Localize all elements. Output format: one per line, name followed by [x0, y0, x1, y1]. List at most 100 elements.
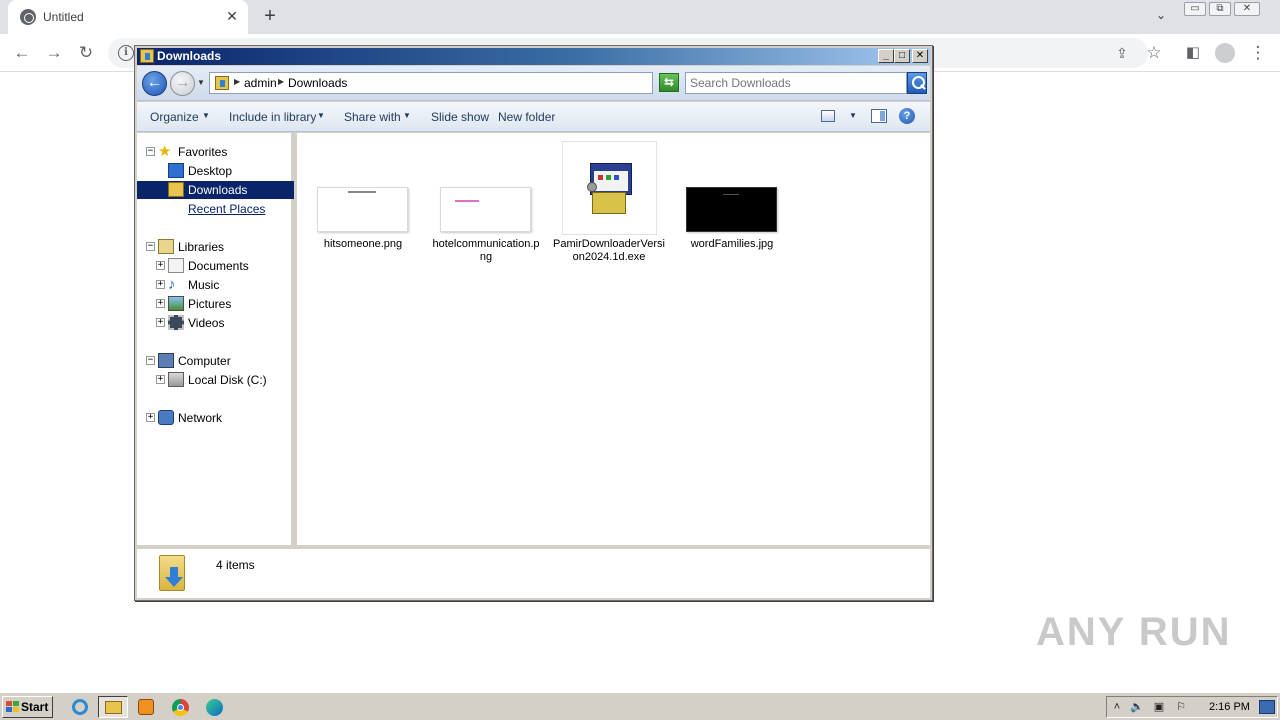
menu-kebab-icon[interactable]: ⋮ [1246, 41, 1270, 65]
browser-restore-button[interactable]: ⧉ [1209, 2, 1231, 16]
network-icon [158, 410, 174, 425]
address-row: ← → ▼ ▶ admin ▶ Downloads ▼ ⇆ [137, 66, 930, 101]
tab-search-chevron-icon[interactable]: ⌄ [1152, 8, 1170, 26]
internet-explorer-icon[interactable] [66, 696, 96, 718]
view-options-dropdown-icon[interactable]: ▼ [849, 111, 857, 120]
window-title: Downloads [157, 49, 222, 63]
breadcrumb-admin[interactable]: admin [244, 76, 277, 90]
explorer-back-button[interactable]: ← [142, 71, 167, 96]
browser-tab[interactable]: Untitled ✕ [8, 0, 248, 34]
edge-icon[interactable] [200, 696, 230, 718]
preview-pane-icon[interactable] [871, 109, 887, 123]
organize-dropdown-icon[interactable]: ▼ [202, 111, 210, 120]
expand-icon[interactable]: + [156, 318, 165, 327]
watermark-text: ANY RUN [1036, 610, 1232, 654]
nav-computer[interactable]: − Computer [137, 352, 294, 370]
star-icon: ★ [158, 143, 172, 160]
browser-tab-strip: Untitled ✕ + ⌄ ▭ ⧉ ✕ [0, 0, 1280, 34]
network-status-icon[interactable]: ▣ [1152, 700, 1166, 714]
command-bar: Organize ▼ Include in library ▼ Share wi… [137, 102, 930, 132]
clock[interactable]: 2:16 PM [1209, 701, 1250, 713]
search-icon[interactable] [907, 72, 927, 94]
search-input[interactable] [690, 75, 904, 91]
slide-show-button[interactable]: Slide show [431, 110, 489, 124]
documents-icon [168, 258, 184, 273]
expand-icon[interactable]: + [156, 375, 165, 384]
share-with-button[interactable]: Share with [344, 110, 401, 124]
expand-icon[interactable]: + [156, 261, 165, 270]
tab-close-icon[interactable]: ✕ [224, 8, 240, 24]
reload-icon[interactable]: ↻ [74, 41, 98, 65]
breadcrumb[interactable]: ▶ admin ▶ Downloads ▼ [209, 72, 719, 94]
collapse-icon[interactable]: − [146, 356, 155, 365]
nav-libraries[interactable]: − Libraries [137, 238, 294, 256]
file-name: hitsomeone.png [323, 238, 403, 250]
refresh-icon[interactable]: ⇆ [659, 73, 679, 92]
computer-icon [158, 353, 174, 368]
new-tab-button[interactable]: + [258, 6, 282, 28]
include-in-library-button[interactable]: Include in library [229, 110, 316, 124]
nav-local-disk[interactable]: + Local Disk (C:) [137, 371, 294, 389]
organize-button[interactable]: Organize [150, 110, 199, 124]
explorer-forward-button[interactable]: → [170, 71, 195, 96]
image-thumbnail [440, 187, 531, 232]
breadcrumb-chevron-icon[interactable]: ▶ [234, 77, 240, 86]
share-icon[interactable]: ⇪ [1110, 41, 1134, 65]
nav-desktop[interactable]: Desktop [137, 162, 294, 180]
expand-icon[interactable]: + [156, 280, 165, 289]
nav-network[interactable]: + Network [137, 409, 294, 427]
collapse-icon[interactable]: − [146, 242, 155, 251]
side-panel-icon[interactable]: ◧ [1181, 41, 1205, 65]
minimize-button[interactable]: _ [878, 49, 894, 63]
profile-avatar-icon[interactable] [1213, 41, 1237, 65]
start-button[interactable]: Start [2, 696, 53, 718]
back-arrow-icon[interactable]: ← [10, 41, 34, 65]
include-dropdown-icon[interactable]: ▼ [317, 111, 325, 120]
start-label: Start [21, 700, 49, 714]
nav-downloads[interactable]: Downloads [137, 181, 294, 199]
tab-title: Untitled [43, 10, 84, 24]
media-player-icon[interactable] [132, 696, 162, 718]
image-thumbnail [686, 187, 777, 232]
expand-icon[interactable]: + [146, 413, 155, 422]
nav-pictures[interactable]: + Pictures [137, 295, 294, 313]
nav-music[interactable]: + ♪ Music [137, 276, 294, 294]
maximize-button[interactable]: □ [894, 49, 910, 63]
nav-videos[interactable]: + Videos [137, 314, 294, 332]
window-titlebar[interactable]: Downloads _ □ ✕ [137, 48, 930, 65]
breadcrumb-downloads[interactable]: Downloads [288, 76, 347, 90]
system-tray: ˄ 🔈 ▣ ⚐ 2:16 PM [1106, 696, 1278, 718]
details-pane: 4 items [137, 547, 930, 598]
pictures-icon [168, 296, 184, 311]
nav-documents[interactable]: + Documents [137, 257, 294, 275]
recent-locations-dropdown[interactable]: ▼ [197, 78, 205, 87]
videos-film-icon [168, 315, 184, 330]
browser-minimize-button[interactable]: ▭ [1184, 2, 1206, 16]
volume-icon[interactable]: 🔈 [1130, 700, 1144, 714]
desktop-icon [168, 163, 184, 178]
show-hidden-icons-icon[interactable]: ˄ [1110, 700, 1124, 714]
breadcrumb-chevron-icon[interactable]: ▶ [278, 77, 284, 86]
show-desktop-icon[interactable] [1259, 700, 1275, 714]
new-folder-button[interactable]: New folder [498, 110, 555, 124]
taskbar: Start ˄ 🔈 ▣ ⚐ 2:16 PM [0, 692, 1280, 720]
nav-recent-places[interactable]: Recent Places [137, 200, 294, 218]
browser-close-button[interactable]: ✕ [1234, 2, 1260, 16]
change-view-icon[interactable] [821, 110, 835, 122]
chrome-icon[interactable] [166, 696, 196, 718]
nav-favorites[interactable]: − ★ Favorites [137, 143, 294, 161]
help-icon[interactable]: ? [899, 108, 915, 124]
close-button[interactable]: ✕ [912, 49, 928, 63]
site-info-icon[interactable]: i [118, 45, 134, 61]
search-box[interactable] [685, 72, 907, 94]
music-note-icon: ♪ [168, 276, 176, 293]
image-thumbnail [317, 187, 408, 232]
expand-icon[interactable]: + [156, 299, 165, 308]
collapse-icon[interactable]: − [146, 147, 155, 156]
action-center-flag-icon[interactable]: ⚐ [1174, 700, 1188, 714]
explorer-folder-icon[interactable] [98, 696, 128, 718]
forward-arrow-icon[interactable]: → [42, 41, 66, 65]
downloads-folder-icon [157, 553, 191, 593]
bookmark-star-icon[interactable]: ☆ [1142, 41, 1166, 65]
share-dropdown-icon[interactable]: ▼ [403, 111, 411, 120]
